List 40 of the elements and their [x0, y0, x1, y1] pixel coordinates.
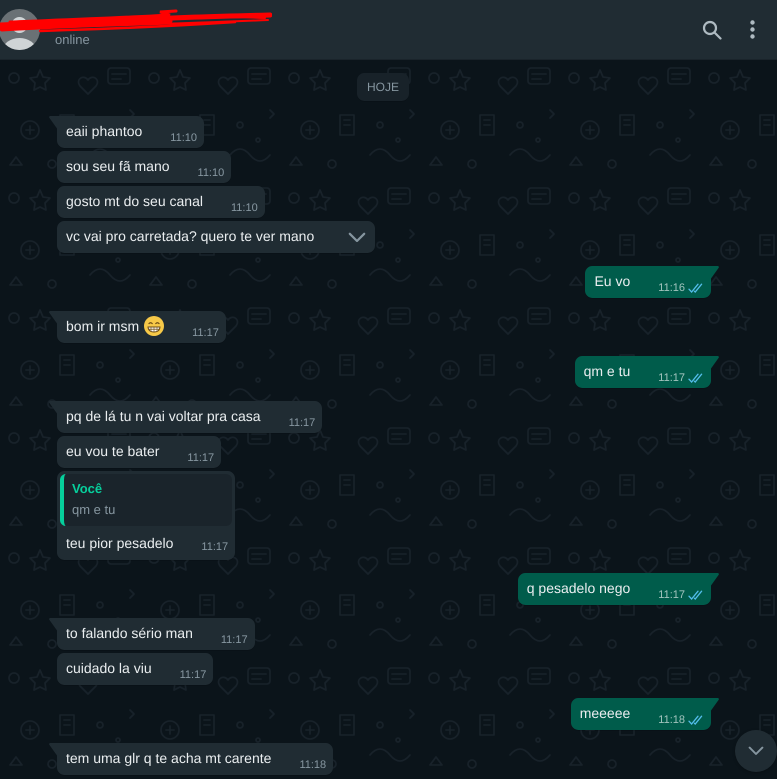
message-time: 11:16 — [658, 281, 685, 296]
message-time: 11:17 — [658, 371, 685, 386]
message-time: 11:17 — [187, 451, 214, 466]
message-text: q pesadelo nego — [526, 579, 630, 598]
menu-button[interactable] — [748, 18, 756, 40]
more-options-icon — [750, 20, 754, 39]
message-text: vc vai pro carretada? quero te ver mano — [66, 227, 314, 246]
message-menu-button[interactable] — [347, 230, 368, 244]
message-text: pq de lá tu n vai voltar pra casa — [66, 407, 261, 426]
message-text: teu pior pesadelo — [66, 534, 174, 553]
message-time: 11:18 — [658, 713, 685, 728]
contact-status: online — [55, 31, 90, 49]
quote-text: qm e tu — [72, 501, 116, 519]
message-text: eu vou te bater — [66, 442, 160, 461]
message-text: cuidado la viu — [66, 659, 152, 678]
message-text: bom ir msm — [66, 317, 140, 336]
message-text: tem uma glr q te acha mt carente — [66, 749, 272, 768]
message-time: 11:10 — [170, 131, 198, 146]
message-time: 11:17 — [288, 416, 316, 431]
message-time: 11:17 — [201, 540, 228, 555]
message-text: qm e tu — [584, 362, 630, 381]
date-divider: HOJE — [356, 73, 409, 101]
message-text: Eu vo — [594, 272, 630, 291]
quoted-message[interactable]: Você qm e tu — [60, 474, 232, 526]
message-time: 11:10 — [230, 201, 258, 216]
message-time: 11:17 — [192, 326, 219, 341]
message-time: 11:17 — [658, 588, 685, 603]
message-time: 11:17 — [180, 668, 206, 683]
message-text: meeeee — [580, 704, 630, 723]
chevron-down-icon — [348, 232, 366, 242]
message-time: 11:10 — [198, 166, 224, 181]
chevron-down-icon — [748, 746, 764, 756]
search-icon — [702, 20, 722, 40]
message-text: gosto mt do seu canal — [66, 192, 203, 211]
message-text: to falando sério man — [66, 624, 193, 643]
message-time: 11:17 — [220, 633, 248, 648]
quote-author: Você — [72, 480, 104, 498]
message-text: sou seu fã mano — [66, 157, 170, 176]
message-text: eaii phantoo — [66, 122, 142, 141]
message-time: 11:18 — [299, 758, 326, 773]
